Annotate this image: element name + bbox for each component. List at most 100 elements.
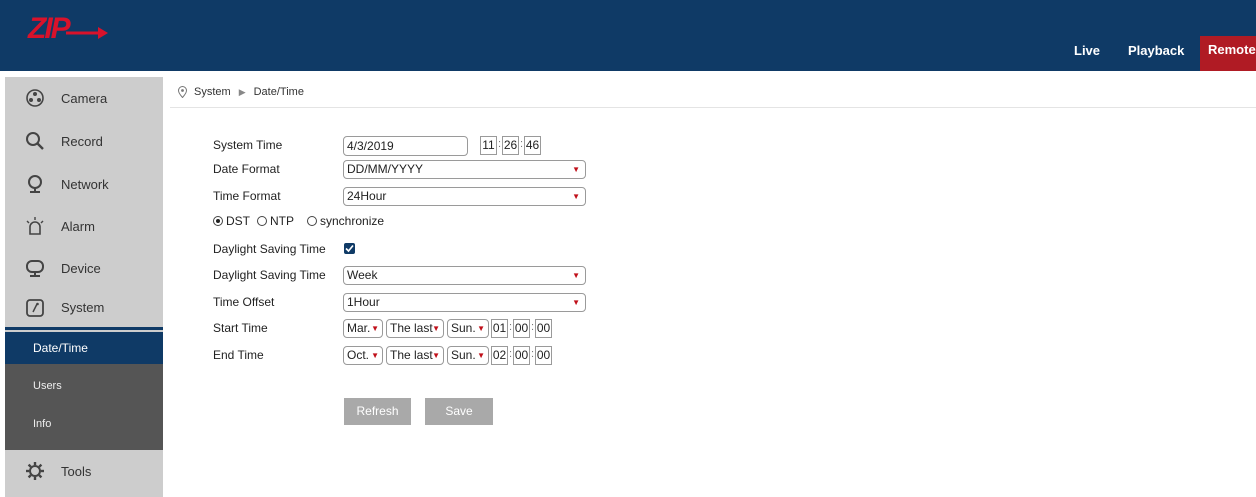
system-submenu: Date/Time Users Info bbox=[5, 332, 163, 450]
submenu-item-info[interactable]: Info bbox=[5, 408, 163, 440]
dropdown-arrow-icon: ▼ bbox=[477, 351, 485, 360]
start-week-select[interactable]: The last ▼ bbox=[386, 319, 444, 338]
breadcrumb: System ▶ Date/Time bbox=[178, 84, 304, 100]
logo-arrow-icon bbox=[66, 27, 108, 39]
end-minute-input[interactable]: 00 bbox=[513, 346, 530, 365]
sidebar-item-label: Record bbox=[61, 133, 103, 149]
sidebar: Camera Record Network Alarm Device Syste… bbox=[5, 77, 163, 497]
time-colon: : bbox=[509, 321, 513, 333]
network-icon bbox=[25, 174, 45, 194]
end-second-input[interactable]: 00 bbox=[535, 346, 552, 365]
end-day-value: Sun. bbox=[451, 348, 476, 362]
nav-remote[interactable]: Remote bbox=[1200, 36, 1256, 71]
sidebar-item-label: Network bbox=[61, 176, 109, 192]
time-colon: : bbox=[498, 138, 502, 150]
radio-unselected-icon bbox=[307, 216, 317, 226]
dst-enable-label: Daylight Saving Time bbox=[213, 242, 326, 256]
dropdown-arrow-icon: ▼ bbox=[432, 324, 440, 333]
sidebar-item-label: Device bbox=[61, 260, 101, 276]
app-window: ZIP Live Playback Remote Camera Record N… bbox=[0, 0, 1256, 497]
time-colon: : bbox=[531, 321, 535, 333]
sidebar-item-label: Alarm bbox=[61, 218, 95, 234]
system-minute-input[interactable]: 26 bbox=[502, 136, 519, 155]
system-icon bbox=[25, 298, 45, 318]
dropdown-arrow-icon: ▼ bbox=[572, 192, 580, 201]
system-hour-input[interactable]: 11 bbox=[480, 136, 497, 155]
sidebar-item-tools[interactable]: Tools bbox=[5, 450, 163, 492]
sidebar-item-label: Tools bbox=[61, 463, 92, 479]
location-pin-icon bbox=[178, 86, 187, 98]
breadcrumb-divider bbox=[170, 107, 1256, 108]
camera-icon bbox=[25, 88, 45, 108]
time-colon: : bbox=[509, 348, 513, 360]
system-second-input[interactable]: 46 bbox=[524, 136, 541, 155]
refresh-button[interactable]: Refresh bbox=[344, 398, 411, 425]
start-month-value: Mar. bbox=[347, 321, 371, 335]
breadcrumb-current: Date/Time bbox=[253, 86, 304, 98]
radio-unselected-icon bbox=[257, 216, 267, 226]
start-time-label: Start Time bbox=[213, 321, 268, 335]
radio-ntp[interactable]: NTP bbox=[257, 214, 294, 228]
time-format-value: 24Hour bbox=[347, 189, 387, 203]
radio-dst[interactable]: DST bbox=[213, 214, 250, 228]
sidebar-item-device[interactable]: Device bbox=[5, 247, 163, 289]
dropdown-arrow-icon: ▼ bbox=[432, 351, 440, 360]
time-colon: : bbox=[531, 348, 535, 360]
submenu-item-datetime[interactable]: Date/Time bbox=[5, 332, 163, 364]
end-time-label: End Time bbox=[213, 348, 264, 362]
radio-label: NTP bbox=[270, 214, 294, 228]
start-month-select[interactable]: Mar. ▼ bbox=[343, 319, 383, 338]
sidebar-item-network[interactable]: Network bbox=[5, 163, 163, 205]
sidebar-item-record[interactable]: Record bbox=[5, 120, 163, 162]
time-offset-value: 1Hour bbox=[347, 295, 380, 309]
alarm-icon bbox=[25, 216, 45, 236]
submenu-item-users[interactable]: Users bbox=[5, 370, 163, 402]
nav-playback[interactable]: Playback bbox=[1120, 41, 1192, 71]
dropdown-arrow-icon: ▼ bbox=[371, 351, 379, 360]
end-month-value: Oct. bbox=[347, 348, 370, 362]
sidebar-item-label: Camera bbox=[61, 90, 108, 106]
sidebar-item-camera[interactable]: Camera bbox=[5, 77, 163, 119]
logo-text: ZIP bbox=[28, 12, 71, 45]
gear-icon bbox=[25, 461, 45, 481]
start-second-input[interactable]: 00 bbox=[535, 319, 552, 338]
start-day-value: Sun. bbox=[451, 321, 476, 335]
dst-mode-select[interactable]: Week ▼ bbox=[343, 266, 586, 285]
start-minute-input[interactable]: 00 bbox=[513, 319, 530, 338]
search-icon bbox=[25, 131, 45, 151]
start-day-select[interactable]: Sun. ▼ bbox=[447, 319, 489, 338]
nav-live[interactable]: Live bbox=[1066, 41, 1108, 71]
end-day-select[interactable]: Sun. ▼ bbox=[447, 346, 489, 365]
time-colon: : bbox=[520, 138, 524, 150]
sidebar-item-system[interactable]: System bbox=[5, 288, 163, 330]
sidebar-item-alarm[interactable]: Alarm bbox=[5, 205, 163, 247]
end-week-select[interactable]: The last ▼ bbox=[386, 346, 444, 365]
save-button[interactable]: Save bbox=[425, 398, 493, 425]
dst-enable-checkbox[interactable] bbox=[344, 243, 355, 254]
dropdown-arrow-icon: ▼ bbox=[477, 324, 485, 333]
time-offset-select[interactable]: 1Hour ▼ bbox=[343, 293, 586, 312]
start-week-value: The last bbox=[390, 321, 433, 335]
start-hour-input[interactable]: 01 bbox=[491, 319, 508, 338]
breadcrumb-root[interactable]: System bbox=[194, 86, 231, 98]
radio-synchronize[interactable]: synchronize bbox=[307, 214, 384, 228]
dropdown-arrow-icon: ▼ bbox=[572, 271, 580, 280]
end-hour-input[interactable]: 02 bbox=[491, 346, 508, 365]
dropdown-arrow-icon: ▼ bbox=[572, 298, 580, 307]
time-format-select[interactable]: 24Hour ▼ bbox=[343, 187, 586, 206]
system-date-input[interactable]: 4/3/2019 bbox=[343, 136, 468, 156]
radio-label: DST bbox=[226, 214, 250, 228]
radio-selected-icon bbox=[213, 216, 223, 226]
dst-mode-value: Week bbox=[347, 268, 378, 282]
radio-label: synchronize bbox=[320, 214, 385, 228]
dropdown-arrow-icon: ▼ bbox=[371, 324, 379, 333]
dst-mode-label: Daylight Saving Time bbox=[213, 268, 326, 282]
time-offset-label: Time Offset bbox=[213, 295, 275, 309]
end-month-select[interactable]: Oct. ▼ bbox=[343, 346, 383, 365]
system-time-label: System Time bbox=[213, 138, 283, 152]
zip-logo: ZIP bbox=[28, 11, 108, 47]
time-format-label: Time Format bbox=[213, 189, 281, 203]
breadcrumb-separator-icon: ▶ bbox=[238, 86, 246, 97]
device-icon bbox=[25, 258, 45, 278]
date-format-select[interactable]: DD/MM/YYYY ▼ bbox=[343, 160, 586, 179]
